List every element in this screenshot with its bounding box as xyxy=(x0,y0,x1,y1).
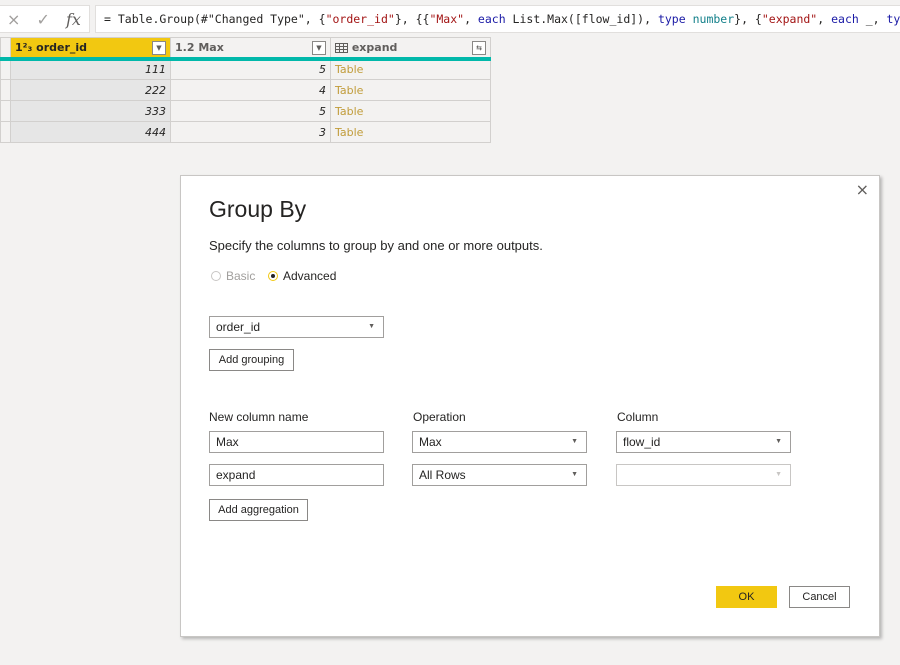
radio-circle[interactable] xyxy=(211,271,221,281)
integer-type-icon[interactable]: 1²₃ xyxy=(15,41,32,54)
select-value: flow_id xyxy=(623,435,661,449)
chevron-down-icon: ▼ xyxy=(775,471,782,478)
formula-token: = Table.Group(#"Changed Type", { xyxy=(104,12,326,26)
formula-token: each xyxy=(831,12,859,26)
formula-token: _, xyxy=(858,12,887,26)
radio-label: Advanced xyxy=(283,269,337,283)
row-header-corner[interactable] xyxy=(0,37,11,61)
row-number[interactable] xyxy=(0,79,11,101)
cell-order-id[interactable]: 444 xyxy=(10,121,171,143)
formula-token: List.Max([flow_id]), xyxy=(505,12,658,26)
new-column-name-input[interactable]: expand xyxy=(209,464,384,486)
row-number[interactable] xyxy=(0,121,11,143)
cell-max[interactable]: 3 xyxy=(170,121,331,143)
fx-icon[interactable]: fx xyxy=(66,10,81,29)
dialog-title: Group By xyxy=(209,196,307,222)
formula-token: each xyxy=(477,12,506,26)
formula-token: , xyxy=(817,12,832,26)
grouping-column-select[interactable]: order_id ▼ xyxy=(209,316,384,338)
cell-max[interactable]: 5 xyxy=(170,100,331,122)
table-row: 111 5 Table xyxy=(0,58,491,80)
filter-dropdown-icon[interactable]: ▼ xyxy=(312,41,326,55)
formula-token: number xyxy=(692,12,735,26)
formula-token: type xyxy=(657,12,686,26)
formula-token: }, { xyxy=(734,12,762,26)
decimal-type-icon[interactable]: 1.2 xyxy=(175,41,195,54)
row-number[interactable] xyxy=(0,58,11,80)
formula-token: type xyxy=(886,12,900,26)
group-by-dialog: × Group By Specify the columns to group … xyxy=(180,175,880,637)
cell-order-id[interactable]: 333 xyxy=(10,100,171,122)
cell-max[interactable]: 5 xyxy=(170,58,331,80)
cell-max[interactable]: 4 xyxy=(170,79,331,101)
filter-dropdown-icon[interactable]: ▼ xyxy=(152,41,166,55)
operation-select[interactable]: Max ▼ xyxy=(412,431,587,453)
chevron-down-icon: ▼ xyxy=(571,438,578,445)
add-aggregation-button[interactable]: Add aggregation xyxy=(209,499,308,521)
input-value: Max xyxy=(216,435,239,449)
cancel-button[interactable]: Cancel xyxy=(789,586,850,608)
formula-controls: × ✓ fx xyxy=(0,5,90,33)
dialog-subtitle: Specify the columns to group by and one … xyxy=(209,238,543,253)
select-value: Max xyxy=(419,435,442,449)
input-value: expand xyxy=(216,468,256,482)
chevron-down-icon: ▼ xyxy=(368,323,375,330)
formula-token: "order_id" xyxy=(325,12,395,26)
close-icon[interactable]: × xyxy=(856,180,869,199)
commit-icon[interactable]: ✓ xyxy=(37,10,50,29)
column-select[interactable]: flow_id ▼ xyxy=(616,431,791,453)
select-value: order_id xyxy=(216,320,261,334)
cell-expand-table-link[interactable]: Table xyxy=(330,100,491,122)
formula-token xyxy=(686,12,693,26)
column-label: Max xyxy=(198,40,224,54)
column-header-max[interactable]: 1.2 Max ▼ xyxy=(170,37,331,61)
expand-columns-icon[interactable]: ⇆ xyxy=(472,41,486,55)
cell-order-id[interactable]: 222 xyxy=(10,79,171,101)
label-column: Column xyxy=(617,410,659,424)
table-row: 333 5 Table xyxy=(0,100,491,122)
radio-label: Basic xyxy=(226,269,256,283)
cell-expand-table-link[interactable]: Table xyxy=(330,79,491,101)
label-new-column-name: New column name xyxy=(209,410,309,424)
column-label: expand xyxy=(351,40,398,54)
formula-token: "Max" xyxy=(429,12,465,26)
radio-advanced[interactable]: Advanced xyxy=(268,269,336,283)
column-header-expand[interactable]: expand ⇆ xyxy=(330,37,491,61)
cancel-icon[interactable]: × xyxy=(7,10,20,29)
cell-expand-table-link[interactable]: Table xyxy=(330,58,491,80)
formula-input[interactable]: = Table.Group(#"Changed Type", {"order_i… xyxy=(95,5,900,33)
column-select: ▼ xyxy=(616,464,791,486)
table-row: 444 3 Table xyxy=(0,121,491,143)
formula-token: , xyxy=(464,12,478,26)
chevron-down-icon: ▼ xyxy=(571,471,578,478)
radio-circle-selected[interactable] xyxy=(268,271,278,281)
operation-select[interactable]: All Rows ▼ xyxy=(412,464,587,486)
chevron-down-icon: ▼ xyxy=(775,438,782,445)
select-value: All Rows xyxy=(419,468,466,482)
formula-token: }, {{ xyxy=(394,12,430,26)
ok-button[interactable]: OK xyxy=(716,586,777,608)
radio-basic[interactable]: Basic xyxy=(211,269,255,283)
cell-expand-table-link[interactable]: Table xyxy=(330,121,491,143)
row-number[interactable] xyxy=(0,100,11,122)
label-operation: Operation xyxy=(413,410,466,424)
column-label: order_id xyxy=(36,40,88,54)
table-icon[interactable] xyxy=(335,42,348,53)
column-header-order-id[interactable]: 1²₃ order_id ▼ xyxy=(10,37,171,61)
table-row: 222 4 Table xyxy=(0,79,491,101)
cell-order-id[interactable]: 111 xyxy=(10,58,171,80)
add-grouping-button[interactable]: Add grouping xyxy=(209,349,294,371)
new-column-name-input[interactable]: Max xyxy=(209,431,384,453)
formula-token: "expand" xyxy=(761,12,818,26)
data-grid: 1²₃ order_id ▼ 1.2 Max ▼ expand ⇆ 111 5 Table… xyxy=(0,37,491,143)
